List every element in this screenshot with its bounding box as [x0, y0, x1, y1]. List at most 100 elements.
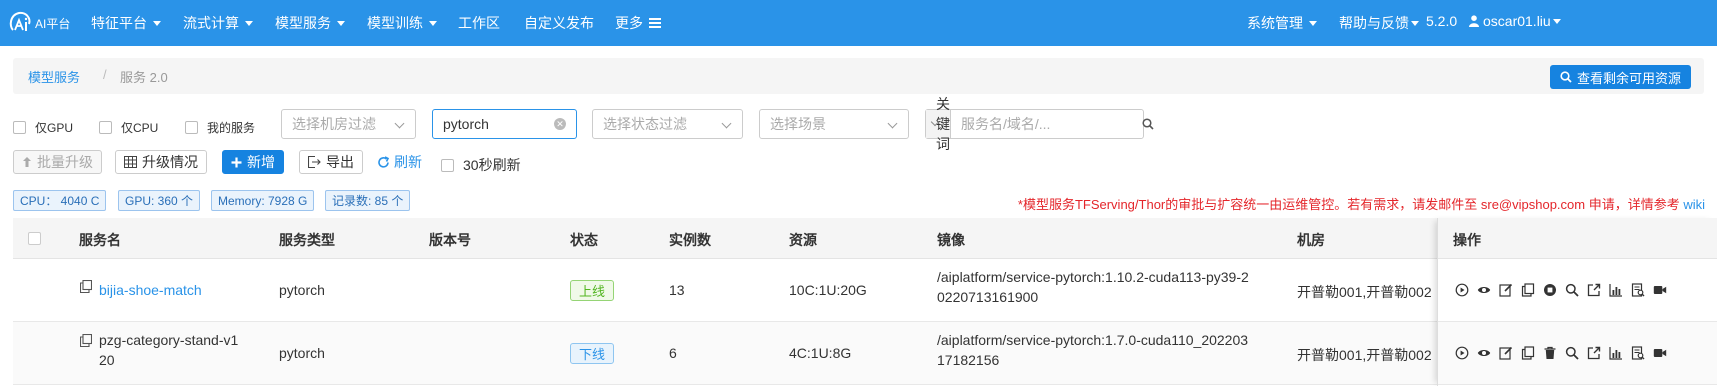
keyword-type-select[interactable]: 关键词: [926, 96, 951, 152]
search-icon[interactable]: [1142, 110, 1154, 138]
service-name-line1: pzg-category-stand-v1: [99, 332, 239, 348]
table-icon: [124, 156, 137, 168]
log-icon[interactable]: [1631, 283, 1645, 297]
refresh-link[interactable]: 刷新: [377, 152, 422, 172]
records-stat-badge: 记录数: 85 个: [325, 190, 411, 211]
header-type[interactable]: 服务类型: [279, 230, 335, 250]
cpu-stat-badge: CPU： 4040 C: [13, 190, 107, 211]
button-label: 导出: [326, 154, 354, 170]
chart-icon[interactable]: [1609, 346, 1623, 360]
checkbox-label: 我的服务: [207, 121, 256, 135]
search-icon[interactable]: [1565, 346, 1579, 360]
checkbox-box[interactable]: [441, 158, 454, 172]
copy-icon[interactable]: [1521, 283, 1535, 297]
chevron-down-icon: [721, 118, 732, 129]
play-icon[interactable]: [1455, 283, 1469, 297]
caret-down-icon: [337, 21, 345, 26]
batch-upgrade-button[interactable]: 批量升级: [13, 150, 102, 174]
select-value: pytorch: [443, 116, 489, 132]
nav-help-feedback[interactable]: 帮助与反馈: [1339, 13, 1419, 33]
nav-label: 模型服务: [275, 15, 331, 31]
nav-workspace[interactable]: 工作区: [458, 13, 500, 33]
checkbox-box[interactable]: [99, 121, 112, 134]
user-name: oscar01.liu: [1483, 13, 1551, 29]
service-type-select[interactable]: pytorch ✕: [432, 109, 577, 139]
select-placeholder: 选择场景: [770, 116, 826, 132]
video-icon[interactable]: [1653, 346, 1667, 360]
instance-count: 13: [669, 282, 685, 298]
header-resources[interactable]: 资源: [789, 230, 817, 250]
search-icon[interactable]: [1565, 283, 1579, 297]
ops-column: 操作: [1437, 218, 1717, 386]
chevron-down-icon: [394, 118, 405, 129]
wiki-link[interactable]: wiki: [1683, 197, 1705, 212]
my-services-checkbox[interactable]: 我的服务: [185, 119, 255, 136]
nav-more[interactable]: 更多: [615, 13, 661, 33]
upgrade-status-button[interactable]: 升级情况: [115, 150, 207, 174]
header-status[interactable]: 状态: [570, 230, 598, 250]
external-link-icon[interactable]: [1587, 283, 1601, 297]
copy-icon[interactable]: [1521, 346, 1535, 360]
checkbox-label: 30秒刷新: [463, 157, 521, 173]
auto-refresh-checkbox[interactable]: 30秒刷新: [441, 155, 521, 175]
external-link-icon[interactable]: [1587, 346, 1601, 360]
room-filter-select[interactable]: 选择机房过滤: [281, 109, 416, 139]
view-resources-button[interactable]: 查看剩余可用资源: [1549, 65, 1691, 89]
resource-spec: 10C:1U:20G: [789, 282, 867, 298]
edit-icon[interactable]: [1499, 283, 1513, 297]
export-button[interactable]: 导出: [299, 150, 363, 174]
log-icon[interactable]: [1631, 346, 1645, 360]
badge-text: Memory: 7928 G: [218, 193, 308, 208]
caret-down-icon: [153, 21, 161, 26]
caret-down-icon: [1411, 21, 1419, 26]
header-room[interactable]: 机房: [1297, 230, 1325, 250]
checkbox-label: 仅CPU: [121, 121, 159, 135]
header-version[interactable]: 版本号: [429, 230, 471, 250]
scene-select[interactable]: 选择场景: [759, 109, 909, 139]
button-label: 批量升级: [37, 154, 93, 170]
service-name-link[interactable]: bijia-shoe-match: [99, 282, 202, 298]
chart-icon[interactable]: [1609, 283, 1623, 297]
checkbox-box[interactable]: [13, 121, 26, 134]
checkbox-box[interactable]: [185, 121, 198, 134]
header-name[interactable]: 服务名: [79, 230, 121, 250]
nav-feature-platform[interactable]: 特征平台: [91, 13, 161, 33]
cpu-only-checkbox[interactable]: 仅CPU: [99, 119, 158, 136]
select-all-checkbox[interactable]: [28, 232, 41, 245]
user-menu[interactable]: oscar01.liu: [1469, 13, 1561, 29]
app-logo[interactable]: AI平台: [0, 10, 90, 36]
nav-model-training[interactable]: 模型训练: [367, 13, 437, 33]
caret-down-icon: [1309, 21, 1317, 26]
play-icon[interactable]: [1455, 346, 1469, 360]
ai-logo-icon: [9, 11, 31, 31]
copy-icon[interactable]: [80, 334, 92, 347]
row-actions: [1455, 346, 1667, 360]
eye-icon[interactable]: [1477, 346, 1491, 360]
nav-system-admin[interactable]: 系统管理: [1247, 13, 1317, 33]
add-button[interactable]: 新增: [222, 150, 284, 174]
video-icon[interactable]: [1653, 283, 1667, 297]
breadcrumb-separator: /: [103, 67, 107, 82]
nav-model-service[interactable]: 模型服务: [275, 13, 345, 33]
gpu-only-checkbox[interactable]: 仅GPU: [13, 119, 73, 136]
delete-icon[interactable]: [1543, 346, 1557, 360]
nav-custom-publish[interactable]: 自定义发布: [524, 13, 594, 33]
nav-stream-compute[interactable]: 流式计算: [183, 13, 253, 33]
logo-text: AI平台: [35, 16, 71, 31]
refresh-label: 刷新: [394, 154, 422, 170]
button-label: 升级情况: [142, 154, 198, 170]
badge-text: GPU: 360 个: [125, 194, 194, 208]
nav-label: 模型训练: [367, 15, 423, 31]
header-image[interactable]: 镜像: [937, 230, 965, 250]
breadcrumb-model-service[interactable]: 模型服务: [28, 67, 80, 86]
resource-spec: 4C:1U:8G: [789, 345, 852, 361]
copy-icon[interactable]: [80, 280, 92, 293]
eye-icon[interactable]: [1477, 283, 1491, 297]
header-instances[interactable]: 实例数: [669, 230, 711, 250]
keyword-search-input[interactable]: [951, 110, 1142, 138]
clear-icon[interactable]: ✕: [554, 118, 566, 130]
stop-icon[interactable]: [1543, 283, 1557, 297]
user-icon: [1469, 15, 1479, 27]
status-filter-select[interactable]: 选择状态过滤: [592, 109, 743, 139]
edit-icon[interactable]: [1499, 346, 1513, 360]
